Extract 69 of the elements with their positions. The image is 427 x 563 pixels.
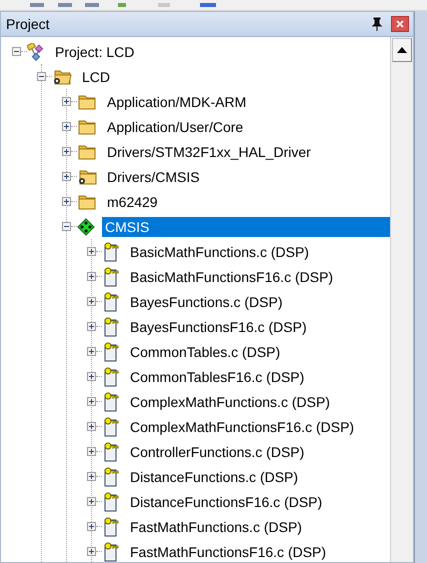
file-key-icon: [102, 542, 120, 562]
expand-toggle[interactable]: [87, 297, 96, 306]
tree-item[interactable]: ComplexMathFunctionsF16.c (DSP): [127, 416, 358, 436]
project-icon: [27, 42, 45, 60]
collapse-toggle[interactable]: [62, 222, 71, 231]
file-key-icon: [102, 366, 120, 386]
expand-toggle[interactable]: [87, 447, 96, 456]
component-icon: [77, 218, 95, 236]
close-icon: [396, 20, 404, 28]
expand-toggle[interactable]: [87, 272, 96, 281]
folder-icon: [77, 118, 97, 136]
expand-toggle[interactable]: [87, 472, 96, 481]
tree-item[interactable]: FastMathFunctions.c (DSP): [127, 516, 305, 536]
tree-item[interactable]: Application/User/Core: [104, 116, 246, 136]
expand-toggle[interactable]: [87, 397, 96, 406]
tree-item[interactable]: LCD: [79, 66, 114, 86]
folder-gear-icon: [52, 68, 72, 86]
expand-toggle[interactable]: [62, 197, 71, 206]
panel-title: Project: [6, 16, 51, 32]
expand-toggle[interactable]: [62, 97, 71, 106]
file-key-icon: [102, 342, 120, 362]
pin-icon[interactable]: [371, 17, 383, 31]
file-key-icon: [102, 416, 120, 436]
tree-item[interactable]: BasicMathFunctions.c (DSP): [127, 242, 312, 262]
up-arrow-icon: [397, 47, 407, 53]
tree-item[interactable]: CommonTables.c (DSP): [127, 342, 284, 362]
expand-toggle[interactable]: [87, 422, 96, 431]
tree-item[interactable]: CommonTablesF16.c (DSP): [127, 366, 308, 386]
tree-item[interactable]: Application/MDK-ARM: [104, 92, 250, 112]
expand-toggle[interactable]: [87, 547, 96, 556]
file-key-icon: [102, 392, 120, 412]
expand-toggle[interactable]: [87, 322, 96, 331]
expand-toggle[interactable]: [62, 122, 71, 131]
tree-item[interactable]: Drivers/STM32F1xx_HAL_Driver: [104, 142, 314, 162]
folder-icon: [77, 142, 97, 160]
file-key-icon: [102, 242, 120, 262]
expand-toggle[interactable]: [62, 172, 71, 181]
tree-item[interactable]: DistanceFunctions.c (DSP): [127, 466, 302, 486]
folder-icon: [77, 192, 97, 210]
collapse-toggle[interactable]: [37, 72, 46, 81]
tree-item[interactable]: FastMathFunctionsF16.c (DSP): [127, 542, 330, 562]
tree-item[interactable]: CMSIS: [102, 216, 390, 236]
file-key-icon: [102, 266, 120, 286]
collapse-toggle[interactable]: [12, 47, 21, 56]
tree-item[interactable]: ComplexMathFunctions.c (DSP): [127, 392, 333, 412]
tree-item[interactable]: DistanceFunctionsF16.c (DSP): [127, 492, 326, 512]
file-key-icon: [102, 316, 120, 336]
file-key-icon: [102, 466, 120, 486]
expand-toggle[interactable]: [87, 372, 96, 381]
expand-toggle[interactable]: [87, 347, 96, 356]
expand-toggle[interactable]: [87, 522, 96, 531]
scroll-up-button[interactable]: [392, 38, 412, 62]
expand-toggle[interactable]: [87, 497, 96, 506]
expand-toggle[interactable]: [62, 147, 71, 156]
tree-item[interactable]: Project: LCD: [52, 42, 138, 62]
tree-item[interactable]: Drivers/CMSIS: [104, 166, 203, 186]
expand-toggle[interactable]: [87, 247, 96, 256]
file-key-icon: [102, 492, 120, 512]
file-key-icon: [102, 442, 120, 462]
tree-item[interactable]: m62429: [104, 192, 161, 212]
close-button[interactable]: [391, 16, 409, 32]
tree-item[interactable]: BasicMathFunctionsF16.c (DSP): [127, 266, 336, 286]
file-key-icon: [102, 292, 120, 312]
file-key-icon: [102, 516, 120, 536]
tree-item[interactable]: BayesFunctionsF16.c (DSP): [127, 316, 310, 336]
folder-gear-icon: [77, 168, 97, 186]
tree-item[interactable]: BayesFunctions.c (DSP): [127, 292, 286, 312]
folder-icon: [77, 92, 97, 110]
tree-item[interactable]: ControllerFunctions.c (DSP): [127, 442, 308, 462]
